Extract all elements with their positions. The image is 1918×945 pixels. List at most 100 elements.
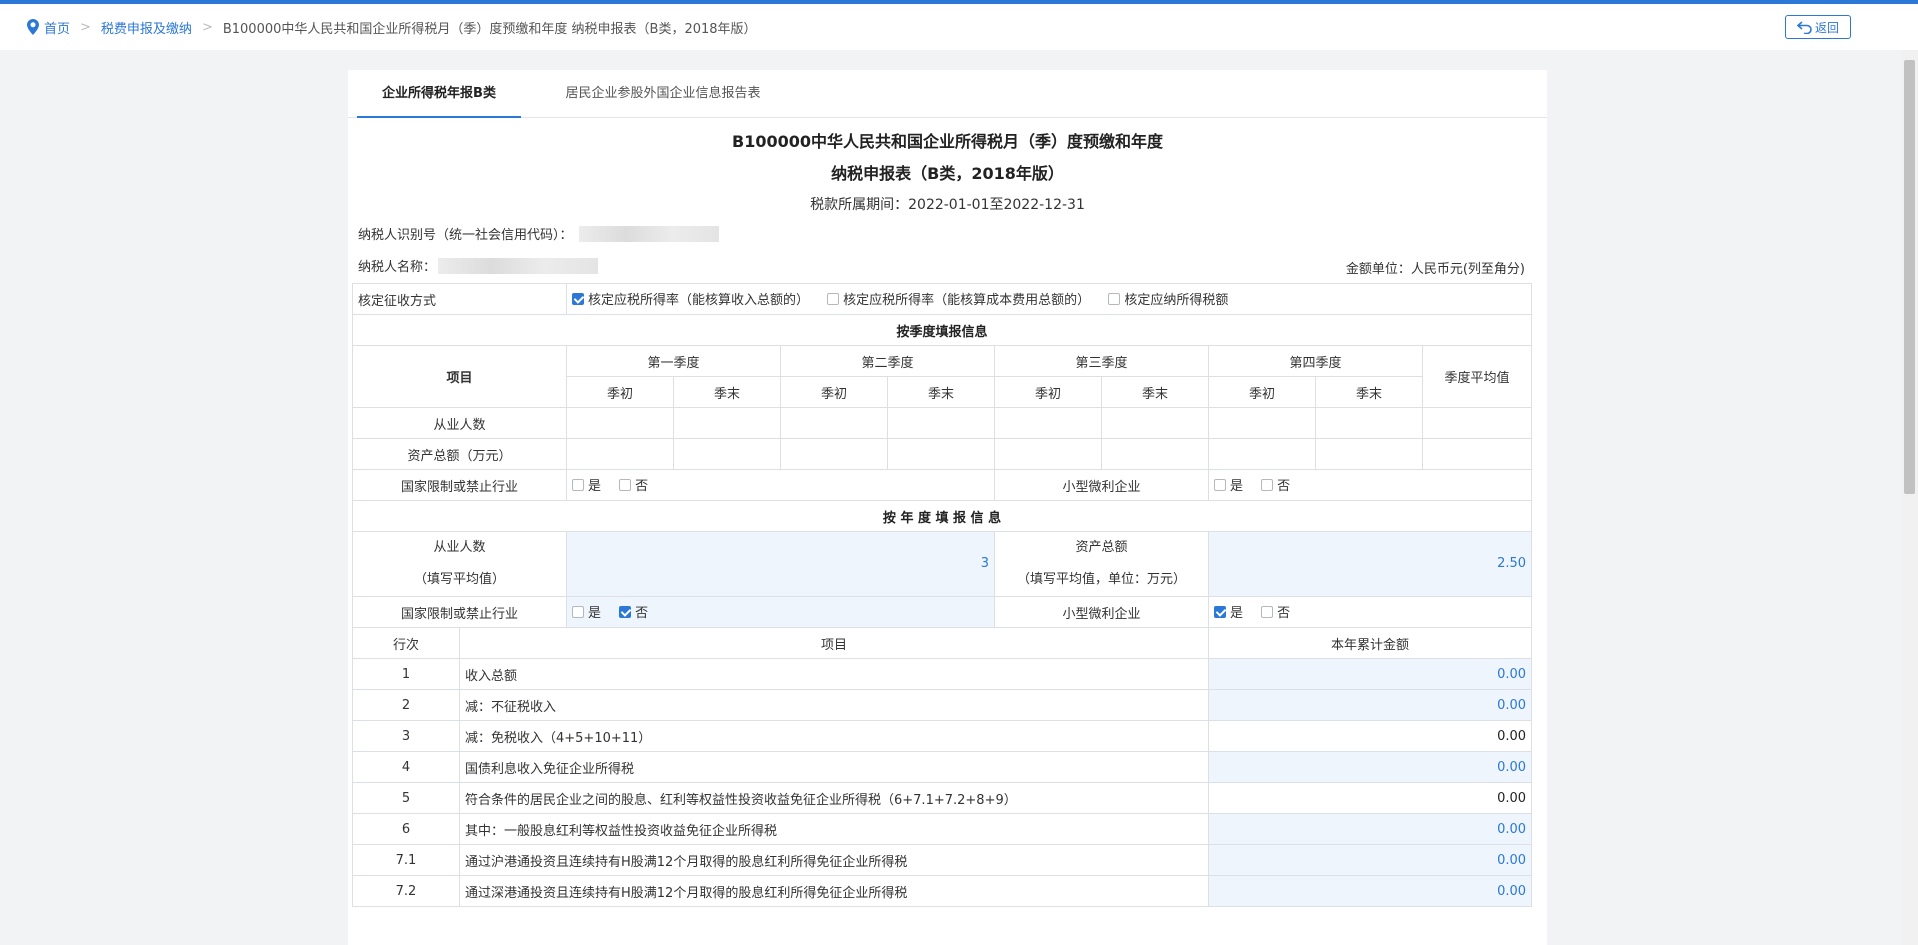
checkbox-checked[interactable] xyxy=(619,605,632,618)
annual-employees-sub: （填写平均值） xyxy=(414,572,506,587)
input-cell[interactable] xyxy=(780,438,889,470)
table-row: 2 减：不征税收入 0.00 xyxy=(352,689,1533,721)
line-item: 通过沪港通投资且连续持有H股满12个月取得的股息红利所得免征企业所得税 xyxy=(458,844,1210,876)
yes-label: 是 xyxy=(588,479,602,495)
line-amount-input[interactable]: 0.00 xyxy=(1208,658,1533,690)
annual-restricted-options: 是 否 xyxy=(566,596,996,628)
line-item: 符合条件的居民企业之间的股息、红利等权益性投资收益免征企业所得税（6+7.1+7… xyxy=(458,782,1210,814)
tab-annual-b[interactable]: 企业所得税年报B类 xyxy=(357,70,521,118)
quarterly-section-row: 按季度填报信息 xyxy=(351,314,1533,346)
line-amount-input[interactable]: 0.00 xyxy=(1208,813,1533,845)
annual-small-yes[interactable]: 是 xyxy=(1214,602,1243,621)
annual-restricted-no[interactable]: 否 xyxy=(619,602,648,621)
scrollbar-thumb[interactable] xyxy=(1904,60,1915,494)
form-title-line1: B100000中华人民共和国企业所得税月（季）度预缴和年度 xyxy=(732,132,1163,151)
levy-option-2[interactable]: 核定应税所得率（能核算成本费用总额的） xyxy=(827,289,1090,308)
input-cell[interactable] xyxy=(1315,407,1424,439)
q3-start: 季初 xyxy=(994,376,1103,408)
input-cell[interactable] xyxy=(566,407,675,439)
annual-small-no[interactable]: 否 xyxy=(1261,602,1290,621)
page-scrollbar[interactable] xyxy=(1901,50,1918,945)
annual-flags-row: 国家限制或禁止行业 是 否 小型微利企业 是 否 xyxy=(351,596,1533,628)
yes-label: 是 xyxy=(1230,606,1244,622)
table-row: 1 收入总额 0.00 xyxy=(352,658,1533,690)
annual-restricted-yes[interactable]: 是 xyxy=(572,602,601,621)
line-amount-input[interactable]: 0.00 xyxy=(1208,875,1533,907)
input-cell[interactable] xyxy=(994,438,1103,470)
line-no: 2 xyxy=(352,689,460,721)
checkbox[interactable] xyxy=(572,605,585,618)
input-cell[interactable] xyxy=(887,438,996,470)
input-cell[interactable] xyxy=(673,407,782,439)
levy-option-1-label: 核定应税所得率（能核算收入总额的） xyxy=(588,293,810,309)
taxpayer-name-row: 纳税人名称： xyxy=(358,256,599,275)
checkbox-checked[interactable] xyxy=(572,292,585,305)
no-label: 否 xyxy=(1277,606,1291,622)
checkbox[interactable] xyxy=(827,292,840,305)
taxpayer-id-redacted xyxy=(578,225,719,242)
no-label: 否 xyxy=(635,479,649,495)
checkbox[interactable] xyxy=(619,478,632,491)
assets-label: 资产总额（万元） xyxy=(351,438,568,470)
item-header: 项目 xyxy=(351,345,568,408)
taxpayer-id-row: 纳税人识别号（统一社会信用代码）： xyxy=(358,224,719,243)
levy-method-options: 核定应税所得率（能核算收入总额的） 核定应税所得率（能核算成本费用总额的） 核定… xyxy=(566,283,1533,315)
input-cell[interactable] xyxy=(994,407,1103,439)
line-no: 7.1 xyxy=(352,844,460,876)
q4-end: 季末 xyxy=(1315,376,1424,408)
annual-small-label: 小型微利企业 xyxy=(994,596,1210,628)
checkbox[interactable] xyxy=(1108,292,1121,305)
annual-employees-input[interactable]: 3 xyxy=(566,531,996,597)
breadcrumb-section[interactable]: 税费申报及缴纳 xyxy=(101,18,192,37)
breadcrumb-home[interactable]: 首页 xyxy=(26,18,70,37)
return-arrow-icon xyxy=(1796,21,1812,34)
input-cell[interactable] xyxy=(887,407,996,439)
small-no[interactable]: 否 xyxy=(1261,475,1290,494)
input-cell[interactable] xyxy=(1315,438,1424,470)
table-row: 6 其中：一般股息红利等权益性投资收益免征企业所得税 0.00 xyxy=(352,813,1533,845)
annual-assets-input[interactable]: 2.50 xyxy=(1208,531,1533,597)
line-item: 收入总额 xyxy=(458,658,1210,690)
line-amount: 0.00 xyxy=(1208,720,1533,752)
breadcrumb-current: B100000中华人民共和国企业所得税月（季）度预缴和年度 纳税申报表（B类，2… xyxy=(222,21,757,37)
checkbox[interactable] xyxy=(1261,605,1274,618)
checkbox[interactable] xyxy=(572,478,585,491)
line-no: 7.2 xyxy=(352,875,460,907)
input-cell[interactable] xyxy=(673,438,782,470)
annual-assets-label: 资产总额 （填写平均值，单位：万元） xyxy=(994,531,1210,597)
input-cell[interactable] xyxy=(1208,407,1317,439)
input-cell[interactable] xyxy=(1208,438,1317,470)
restricted-industry-label: 国家限制或禁止行业 xyxy=(351,469,568,501)
breadcrumb-home-label[interactable]: 首页 xyxy=(44,18,70,37)
input-cell[interactable] xyxy=(1101,438,1210,470)
input-cell[interactable] xyxy=(1101,407,1210,439)
back-button-label: 返回 xyxy=(1814,20,1839,35)
checkbox-checked[interactable] xyxy=(1214,605,1227,618)
small-yes[interactable]: 是 xyxy=(1214,475,1243,494)
taxpayer-id-label: 纳税人识别号（统一社会信用代码）： xyxy=(358,228,573,243)
no-label: 否 xyxy=(1277,479,1291,495)
q2-end: 季末 xyxy=(887,376,996,408)
levy-option-3[interactable]: 核定应纳所得税额 xyxy=(1108,289,1228,308)
quarterly-assets-row: 资产总额（万元） xyxy=(351,438,1533,470)
checkbox[interactable] xyxy=(1214,478,1227,491)
quarter-4-header: 第四季度 xyxy=(1208,345,1424,377)
restricted-no[interactable]: 否 xyxy=(619,475,648,494)
input-cell[interactable] xyxy=(566,438,675,470)
tax-period: 税款所属期间：2022-01-01至2022-12-31 xyxy=(348,194,1547,214)
back-button[interactable]: 返回 xyxy=(1785,15,1851,39)
input-cell[interactable] xyxy=(780,407,889,439)
restricted-yes[interactable]: 是 xyxy=(572,475,601,494)
small-micro-options: 是 否 xyxy=(1208,469,1533,501)
line-amount-input[interactable]: 0.00 xyxy=(1208,689,1533,721)
levy-option-1[interactable]: 核定应税所得率（能核算收入总额的） xyxy=(572,289,809,308)
quarterly-section-title: 按季度填报信息 xyxy=(351,314,1533,346)
line-amount-input[interactable]: 0.00 xyxy=(1208,844,1533,876)
checkbox[interactable] xyxy=(1261,478,1274,491)
quarter-2-header: 第二季度 xyxy=(780,345,996,377)
declaration-table: 核定征收方式 核定应税所得率（能核算收入总额的） 核定应税所得率（能核算成本费用… xyxy=(351,283,1533,907)
tab-foreign-investment-report[interactable]: 居民企业参股外国企业信息报告表 xyxy=(538,70,788,117)
annual-assets-sub: （填写平均值，单位：万元） xyxy=(1017,572,1187,587)
line-no-header: 行次 xyxy=(352,627,460,659)
line-amount-input[interactable]: 0.00 xyxy=(1208,751,1533,783)
